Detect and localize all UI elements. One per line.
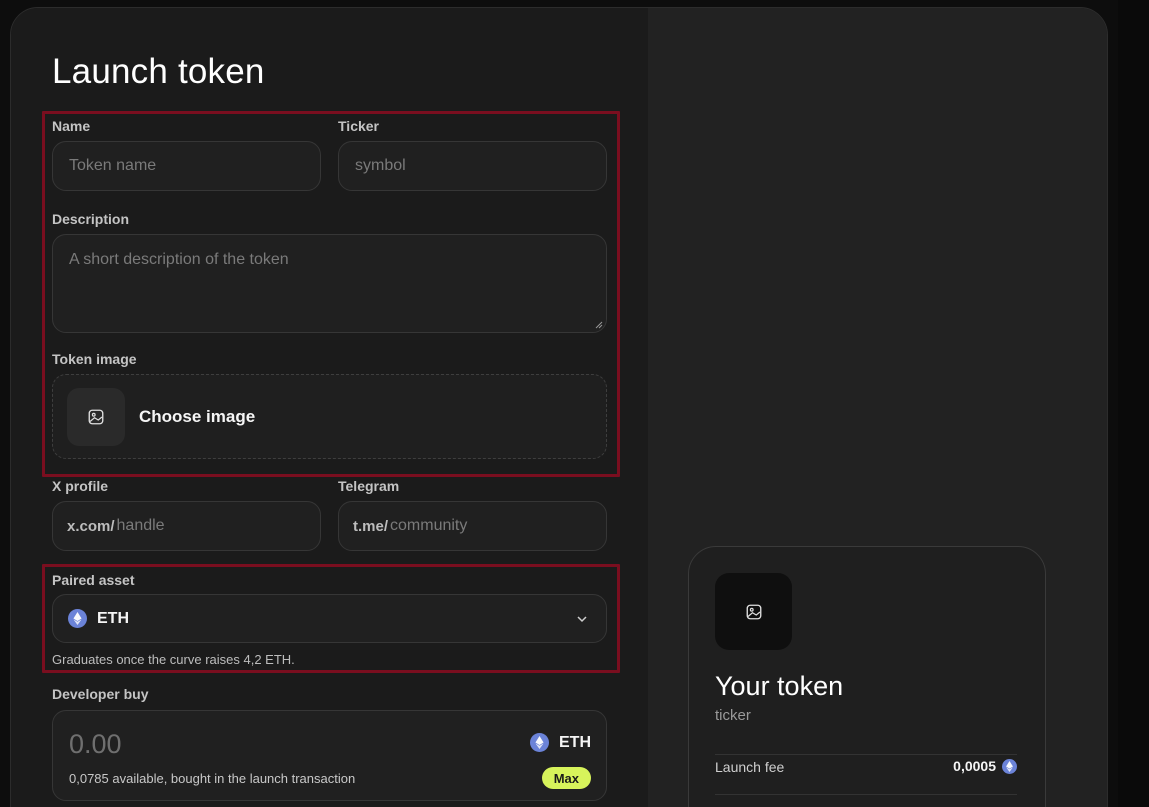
eth-icon	[1002, 758, 1017, 774]
developer-buy-note: 0,0785 available, bought in the launch t…	[69, 771, 356, 786]
max-button[interactable]: Max	[541, 767, 591, 789]
resize-grip-icon[interactable]	[595, 321, 603, 329]
launch-fee-value: 0,0005	[953, 758, 1017, 774]
ticker-label: Ticker	[338, 118, 379, 134]
developer-buy-amount-input[interactable]: 0.00	[69, 729, 122, 760]
card-divider	[715, 754, 1017, 755]
image-icon	[746, 604, 761, 619]
ticker-field[interactable]	[338, 141, 607, 191]
ticker-input[interactable]	[355, 157, 606, 175]
card-divider	[715, 794, 1017, 795]
paired-asset-label: Paired asset	[52, 572, 135, 588]
x-profile-prefix: x.com/	[67, 517, 115, 535]
token-image-label: Token image	[52, 351, 137, 367]
paired-asset-select[interactable]: ETH	[52, 594, 607, 643]
eth-icon	[68, 609, 87, 628]
description-placeholder: A short description of the token	[69, 251, 289, 268]
telegram-label: Telegram	[338, 478, 400, 494]
launch-fee-amount: 0,0005	[953, 758, 996, 774]
name-field[interactable]	[52, 141, 321, 191]
token-preview-card: Your token ticker Launch fee 0,0005	[688, 546, 1046, 807]
form-column: Launch token Name Ticker Description A s…	[11, 8, 648, 807]
description-label: Description	[52, 211, 130, 227]
paired-asset-hint: Graduates once the curve raises 4,2 ETH.	[52, 652, 295, 667]
page-title: Launch token	[52, 52, 265, 91]
developer-buy-label: Developer buy	[52, 686, 149, 702]
image-placeholder-tile	[67, 387, 125, 446]
eth-icon	[530, 733, 549, 752]
developer-buy-box[interactable]: 0.00 ETH 0,0785 available, bought in the…	[52, 710, 607, 801]
description-textarea[interactable]: A short description of the token	[52, 234, 607, 333]
image-icon	[88, 409, 104, 424]
preview-title: Your token	[715, 671, 844, 701]
paired-asset-value: ETH	[97, 609, 129, 627]
token-image-dropzone[interactable]: Choose image	[52, 374, 607, 459]
choose-image-button[interactable]: Choose image	[139, 407, 255, 427]
x-profile-label: X profile	[52, 478, 109, 494]
telegram-input[interactable]	[390, 517, 606, 535]
name-input[interactable]	[69, 157, 320, 175]
preview-image-tile	[715, 573, 792, 650]
x-handle-input[interactable]	[116, 517, 320, 535]
developer-buy-asset-label: ETH	[559, 733, 591, 751]
telegram-prefix: t.me/	[353, 517, 389, 535]
name-label: Name	[52, 118, 91, 134]
preview-ticker: ticker	[715, 707, 751, 724]
chevron-down-icon	[577, 615, 587, 622]
telegram-field[interactable]: t.me/	[338, 501, 607, 551]
x-profile-field[interactable]: x.com/	[52, 501, 321, 551]
developer-buy-asset: ETH	[530, 733, 591, 752]
launch-fee-label: Launch fee	[715, 759, 785, 775]
window-edge	[1118, 0, 1149, 807]
